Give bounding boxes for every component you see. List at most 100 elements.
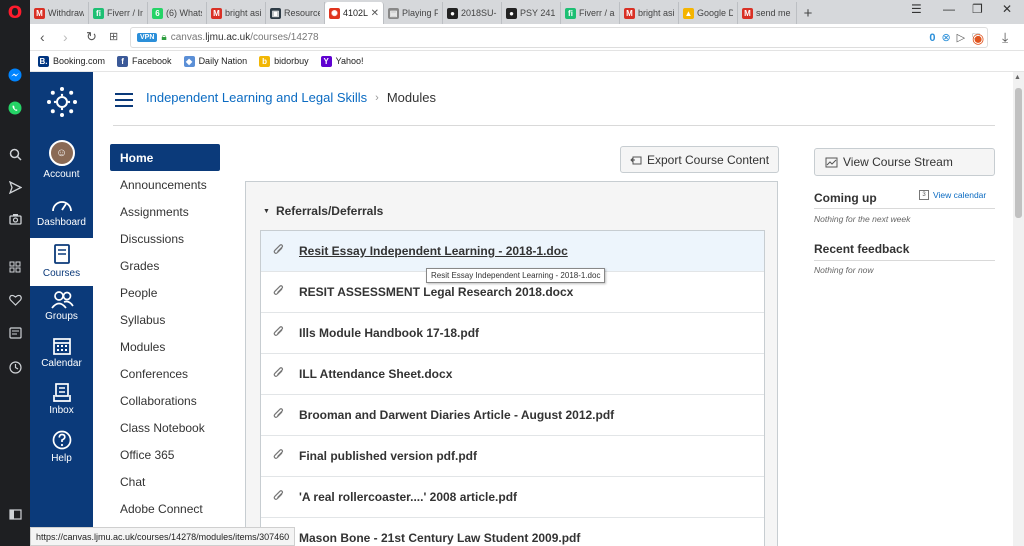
browser-tab[interactable]: ▤ Playing F bbox=[384, 2, 443, 24]
bookmark-label: Booking.com bbox=[53, 56, 106, 66]
history-clock-icon[interactable] bbox=[0, 356, 30, 378]
minimize-icon[interactable]: — bbox=[943, 2, 955, 16]
course-nav-item[interactable]: Adobe Connect bbox=[110, 495, 220, 522]
nav-groups[interactable]: Groups bbox=[30, 291, 93, 331]
module-header[interactable]: ▼ Referrals/Deferrals bbox=[263, 204, 383, 218]
snapshot-camera-icon[interactable] bbox=[0, 208, 30, 230]
course-nav-item[interactable]: Class Notebook bbox=[110, 414, 220, 441]
search-icon[interactable] bbox=[0, 143, 30, 165]
breadcrumb-course-link[interactable]: Independent Learning and Legal Skills bbox=[146, 90, 367, 105]
opera-logo-icon[interactable]: O bbox=[0, 2, 30, 24]
module-item-link[interactable]: Mason Bone - 21st Century Law Student 20… bbox=[299, 531, 580, 545]
browser-tab[interactable]: ▣ Resource bbox=[266, 2, 325, 24]
nav-dashboard[interactable]: Dashboard bbox=[30, 196, 93, 236]
vpn-badge[interactable]: VPN bbox=[137, 33, 158, 42]
close-tab-icon[interactable]: ✕ bbox=[371, 8, 379, 19]
person-icon: ● bbox=[506, 7, 517, 19]
sidebar-toggle-icon[interactable] bbox=[0, 503, 30, 525]
module-item[interactable]: Final published version pdf.pdf bbox=[261, 436, 764, 477]
scroll-up-arrow-icon[interactable]: ▲ bbox=[1014, 74, 1021, 81]
browser-tab-title: send me bbox=[756, 8, 791, 18]
browser-tab[interactable]: Mbright asi bbox=[207, 2, 266, 24]
bookmark-item[interactable]: B. Booking.com bbox=[38, 55, 106, 67]
send-flow-icon[interactable]: ▷ bbox=[957, 31, 965, 44]
bookmark-item[interactable]: b bidorbuy bbox=[259, 55, 309, 67]
module-item-link[interactable]: RESIT ASSESSMENT Legal Research 2018.doc… bbox=[299, 285, 573, 299]
module-item-link[interactable]: 'A real rollercoaster....' 2008 article.… bbox=[299, 490, 517, 504]
speed-dial-grid-icon[interactable] bbox=[0, 256, 30, 278]
view-calendar-link[interactable]: 3 View calendar bbox=[919, 190, 986, 200]
nav-help[interactable]: Help bbox=[30, 430, 93, 470]
export-course-content-button[interactable]: Export Course Content bbox=[620, 146, 779, 173]
module-item[interactable]: Resit Essay Independent Learning - 2018-… bbox=[261, 231, 764, 272]
module-item-link[interactable]: Ills Module Handbook 17-18.pdf bbox=[299, 326, 479, 340]
nav-calendar[interactable]: Calendar bbox=[30, 336, 93, 376]
nav-account[interactable]: ☺ Account bbox=[30, 140, 93, 184]
whatsapp-icon[interactable] bbox=[0, 97, 30, 119]
course-nav-item[interactable]: Home bbox=[110, 144, 220, 171]
close-window-icon[interactable]: ✕ bbox=[1002, 2, 1012, 16]
bookmark-item[interactable]: f Facebook bbox=[117, 55, 172, 67]
new-tab-button[interactable]: + bbox=[797, 2, 819, 24]
flow-send-icon[interactable] bbox=[0, 176, 30, 198]
browser-tab[interactable]: fi Fiverr / In bbox=[89, 2, 148, 24]
course-nav-item[interactable]: Discussions bbox=[110, 225, 220, 252]
course-nav-item[interactable]: Chat bbox=[110, 468, 220, 495]
back-icon[interactable]: ‹ bbox=[40, 29, 45, 45]
module-item-link[interactable]: Final published version pdf.pdf bbox=[299, 449, 477, 463]
reload-icon[interactable]: ↻ bbox=[86, 29, 97, 45]
page-scrollbar[interactable]: ▲ bbox=[1013, 72, 1024, 546]
module-item[interactable]: Mason Bone - 21st Century Law Student 20… bbox=[261, 518, 764, 546]
course-nav-item[interactable]: Syllabus bbox=[110, 306, 220, 333]
adblock-count[interactable]: 0 bbox=[929, 32, 935, 44]
extension-icon[interactable]: ◉ bbox=[972, 30, 984, 47]
bookmark-item[interactable]: ◆ Daily Nation bbox=[183, 55, 247, 67]
url-path: /courses/14278 bbox=[250, 32, 319, 43]
hamburger-menu-icon[interactable] bbox=[115, 93, 133, 107]
bookmark-item[interactable]: Y Yahoo! bbox=[320, 55, 363, 67]
view-course-stream-button[interactable]: View Course Stream bbox=[814, 148, 995, 176]
course-nav-item[interactable]: Assignments bbox=[110, 198, 220, 225]
nav-courses[interactable]: Courses bbox=[30, 238, 93, 286]
maximize-icon[interactable]: ❐ bbox=[972, 2, 983, 16]
module-item[interactable]: Ills Module Handbook 17-18.pdf bbox=[261, 313, 764, 354]
nav-inbox[interactable]: Inbox bbox=[30, 383, 93, 423]
course-nav-item[interactable]: Collaborations bbox=[110, 387, 220, 414]
module-item[interactable]: 'A real rollercoaster....' 2008 article.… bbox=[261, 477, 764, 518]
course-nav-item[interactable]: People bbox=[110, 279, 220, 306]
browser-tab[interactable]: fi Fiverr / ar bbox=[561, 2, 620, 24]
news-icon[interactable] bbox=[0, 322, 30, 344]
heart-bookmarks-icon[interactable] bbox=[0, 289, 30, 311]
course-nav-item[interactable]: Announcements bbox=[110, 171, 220, 198]
coming-up-empty-note: Nothing for the next week bbox=[814, 214, 911, 224]
browser-tab[interactable]: M Withdraw bbox=[30, 2, 89, 24]
collapse-caret-icon[interactable]: ▼ bbox=[263, 208, 270, 215]
module-item[interactable]: Brooman and Darwent Diaries Article - Au… bbox=[261, 395, 764, 436]
url-field[interactable]: VPN 🔒︎ canvas. ljmu.ac.uk/courses/14278 0… bbox=[130, 27, 988, 48]
course-nav-item[interactable]: Modules bbox=[110, 333, 220, 360]
course-nav-item[interactable]: Grades bbox=[110, 252, 220, 279]
nav-courses-label: Courses bbox=[42, 268, 81, 279]
module-item-link[interactable]: Brooman and Darwent Diaries Article - Au… bbox=[299, 408, 614, 422]
adblock-icon[interactable]: ⊗ bbox=[941, 31, 950, 44]
speed-dial-icon[interactable]: ⊞ bbox=[109, 30, 118, 43]
forward-icon[interactable]: › bbox=[63, 29, 68, 45]
browser-tab[interactable]: 6 (6) Whats bbox=[148, 2, 207, 24]
browser-tab[interactable]: ✺ 4102L ✕ bbox=[325, 2, 384, 24]
browser-tab[interactable]: Mbright asi bbox=[620, 2, 679, 24]
messenger-icon[interactable] bbox=[0, 64, 30, 86]
breadcrumb: Independent Learning and Legal Skills › … bbox=[146, 90, 436, 105]
scrollbar-thumb[interactable] bbox=[1015, 88, 1022, 218]
browser-tab[interactable]: Msend me bbox=[738, 2, 797, 24]
module-item-link[interactable]: Resit Essay Independent Learning - 2018-… bbox=[299, 244, 568, 258]
tab-menu-icon[interactable]: ☰ bbox=[911, 2, 922, 16]
module-item-link[interactable]: ILL Attendance Sheet.docx bbox=[299, 367, 452, 381]
browser-tab[interactable]: ●2018SU-F bbox=[443, 2, 502, 24]
module-item[interactable]: ILL Attendance Sheet.docx bbox=[261, 354, 764, 395]
download-icon[interactable]: ⤓ bbox=[1002, 29, 1008, 46]
browser-tab[interactable]: ●PSY 241 ( bbox=[502, 2, 561, 24]
browser-tab[interactable]: ▲ Google D bbox=[679, 2, 738, 24]
canvas-logo-icon[interactable] bbox=[30, 86, 93, 118]
course-nav-item[interactable]: Office 365 bbox=[110, 441, 220, 468]
course-nav-item[interactable]: Conferences bbox=[110, 360, 220, 387]
